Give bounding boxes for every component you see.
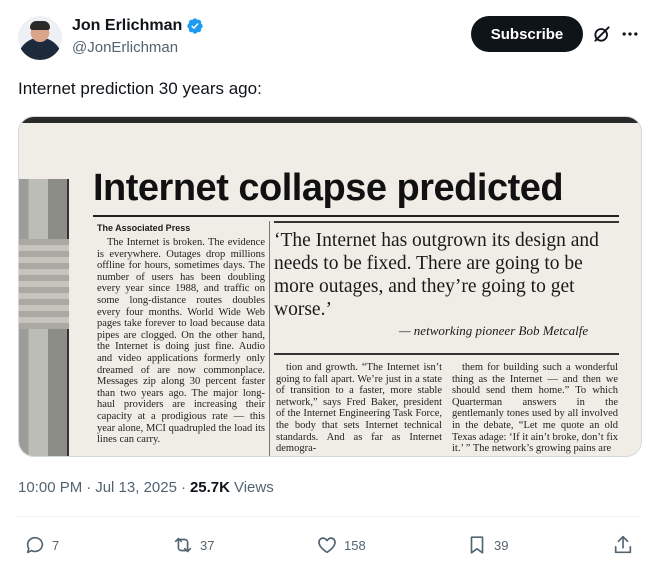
meta-separator: · [86,479,92,496]
clipping-byline: The Associated Press [97,223,191,233]
like-button[interactable]: 158 [316,532,366,558]
pullquote-attribution: — networking pioneer Bob Metcalfe [399,323,589,338]
article-column-3-text: them for building such a wonderful thing… [452,362,618,455]
bookmark-icon [470,536,484,554]
subscribe-button[interactable]: Subscribe [471,16,583,52]
headline-rule [93,215,619,217]
author-info: Jon Erlichman @JonErlichman [72,16,204,58]
like-count: 158 [344,537,366,553]
article-column-1-text: The Internet is broken. The evidence is … [97,237,265,446]
reply-button[interactable]: 7 [24,532,59,558]
share-icon [614,535,632,554]
clipping-photo [19,179,69,456]
repost-button[interactable]: 37 [172,532,214,558]
heart-icon [318,537,336,554]
clipping-headline: Internet collapse predicted [93,167,564,209]
meta-separator-2: · [180,479,186,496]
article-column-3: them for building such a wonderful thing… [452,362,618,456]
bookmark-count: 39 [494,537,509,553]
pullquote-rule-top [274,221,619,223]
author-handle[interactable]: @JonErlichman [72,38,204,58]
grok-icon[interactable] [592,24,612,44]
clipping-top-edge [19,117,641,123]
more-options-icon[interactable] [620,24,640,44]
reply-icon [26,536,44,554]
views-count[interactable]: 25.7K [190,479,230,496]
column-divider [269,221,270,456]
share-button[interactable] [612,532,634,558]
repost-icon [174,537,192,553]
tweet-meta: 10:00 PM · Jul 13, 2025 · 25.7K Views [18,479,274,496]
tweet-date[interactable]: Jul 13, 2025 [95,479,177,496]
bookmark-button[interactable]: 39 [466,532,508,558]
actions-divider [16,516,640,517]
tweet-time[interactable]: 10:00 PM [18,479,82,496]
newspaper-clipping: Internet collapse predicted The Associat… [19,117,641,456]
avatar[interactable] [18,16,62,60]
views-label: Views [233,479,274,496]
tweet-actions: 7 37 158 39 [16,532,640,558]
pullquote: ‘The Internet has outgrown its design an… [274,230,599,320]
tweet-text: Internet prediction 30 years ago: [18,79,262,98]
verified-badge-icon [187,18,203,34]
tweet-image[interactable]: Internet collapse predicted The Associat… [18,116,642,457]
pullquote-rule-bottom [274,353,619,355]
author-name-row[interactable]: Jon Erlichman [72,16,204,36]
reply-count: 7 [52,537,60,553]
article-column-2-text: tion and growth. “The Internet isn’t goi… [276,362,442,455]
author-display-name[interactable]: Jon Erlichman [72,16,182,36]
article-column-1: The Internet is broken. The evidence is … [97,237,265,455]
tweet-header: Jon Erlichman @JonErlichman Subscribe [16,12,640,64]
repost-count: 37 [200,537,215,553]
article-column-2: tion and growth. “The Internet isn’t goi… [276,362,442,456]
